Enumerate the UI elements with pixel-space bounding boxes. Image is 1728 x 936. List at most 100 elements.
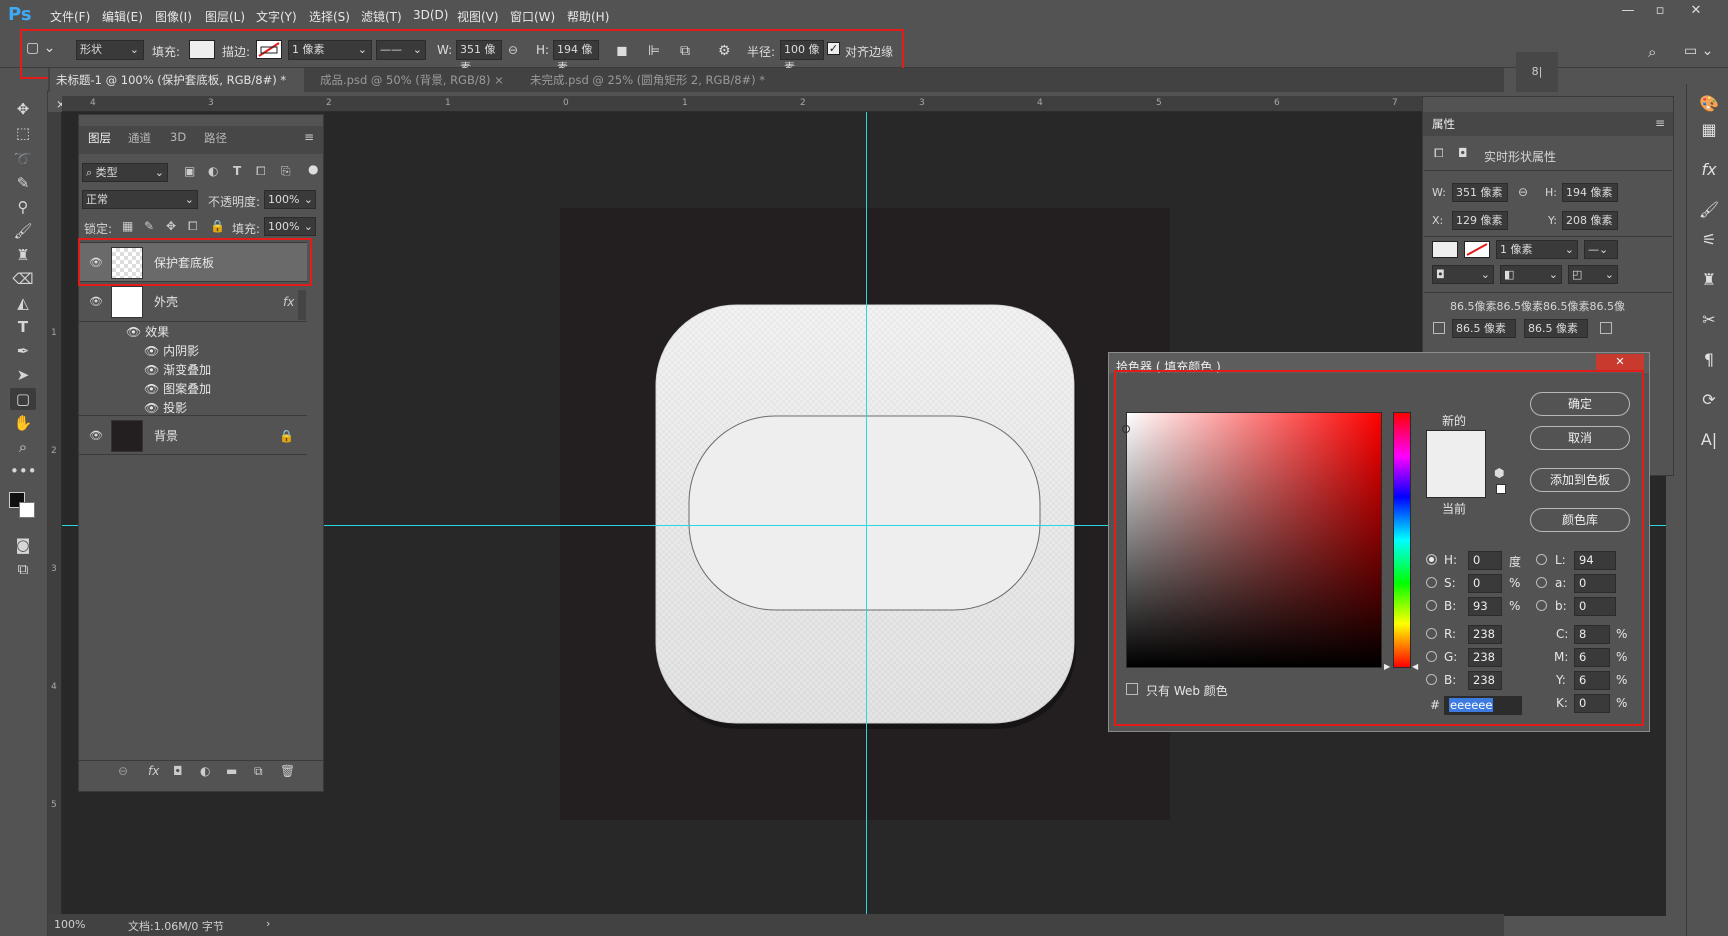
close-window-icon[interactable]: ✕ [1682, 2, 1710, 20]
a-field[interactable]: 0 [1574, 574, 1616, 593]
panel-menu-icon[interactable]: ≡ [304, 130, 314, 144]
cover-base-shape[interactable] [688, 415, 1041, 611]
layer-name[interactable]: 背景 [154, 416, 178, 456]
layer-name[interactable]: 外壳 [154, 282, 178, 322]
height-field[interactable]: 194 像素 [553, 40, 599, 74]
tab-unfinished[interactable]: 未完成.psd @ 25% (圆角矩形 2, RGB/8#) * × [524, 68, 782, 111]
color-field-cursor[interactable] [1122, 425, 1130, 433]
mini-panel[interactable]: 8| [1516, 52, 1558, 92]
prop-width-field[interactable]: 351 像素 [1452, 183, 1508, 202]
menu-file[interactable]: 文件(F) [50, 8, 90, 25]
visibility-eye-icon[interactable]: 👁 [144, 382, 163, 396]
swatches-grid-icon[interactable]: ▦ [1697, 120, 1721, 142]
menu-3d[interactable]: 3D(D) [413, 8, 448, 22]
more-tools-icon[interactable]: ••• [10, 460, 37, 482]
h-field[interactable]: 0 [1468, 551, 1502, 570]
lock-artboard-icon[interactable]: ⧠ [188, 219, 198, 234]
eyedropper-tool-icon[interactable]: ⚲ [10, 196, 36, 218]
corner-checkbox[interactable] [1600, 322, 1612, 334]
screen-mode-icon[interactable]: ⧉ [10, 558, 36, 580]
marquee-tool-icon[interactable]: ⬚ [10, 122, 36, 144]
move-tool-icon[interactable]: ✥ [10, 98, 36, 120]
visibility-eye-icon[interactable]: 👁 [89, 243, 103, 283]
menu-filter[interactable]: 滤镜(T) [361, 8, 402, 25]
radio-h[interactable] [1426, 554, 1437, 565]
radio-lab-b[interactable] [1536, 600, 1547, 611]
filter-pixel-icon[interactable]: ▣ [184, 164, 195, 178]
panel-menu-icon[interactable]: ≡ [1655, 116, 1665, 130]
prop-stroke-swatch[interactable] [1464, 241, 1490, 258]
menu-select[interactable]: 选择(S) [309, 8, 350, 25]
stamp-icon[interactable]: ♜ [1697, 270, 1721, 292]
rounded-rectangle-tool-icon[interactable]: ▢ [10, 388, 36, 410]
path-arrangement-icon[interactable]: ⧉ [680, 43, 690, 59]
new-layer-icon[interactable]: ⧉ [254, 764, 263, 779]
prop-fill-swatch[interactable] [1432, 241, 1458, 258]
rotate-icon[interactable]: ⟳ [1697, 390, 1721, 412]
r-field[interactable]: 238 [1468, 625, 1502, 644]
status-menu-arrow[interactable]: › [266, 917, 270, 930]
stroke-swatch[interactable] [256, 40, 282, 59]
menu-layer[interactable]: 图层(L) [205, 8, 245, 25]
menu-image[interactable]: 图像(I) [155, 8, 192, 25]
workspace-icon[interactable]: ▭ ⌄ [1684, 43, 1713, 59]
radio-s[interactable] [1426, 577, 1437, 588]
gradient-tool-icon[interactable]: ◭ [10, 292, 36, 314]
new-group-icon[interactable]: ▬ [226, 764, 237, 778]
gamut-cube-icon[interactable]: ⬢ [1494, 466, 1504, 480]
path-operations-icon[interactable]: ◼ [616, 43, 628, 59]
stroke-width-field[interactable]: 1 像素 ⌄ [288, 40, 372, 60]
width-field[interactable]: 351 像素 [456, 40, 502, 74]
fill-field[interactable]: 100% ⌄ [264, 217, 316, 236]
menu-type[interactable]: 文字(Y) [256, 8, 297, 25]
b-field[interactable]: 93 [1468, 597, 1502, 616]
adjustments-icon[interactable]: ⚟ [1697, 230, 1721, 252]
hex-field[interactable]: eeeeee [1444, 696, 1522, 715]
lab-b-field[interactable]: 0 [1574, 597, 1616, 616]
web-safe-swatch[interactable] [1496, 484, 1506, 494]
menu-view[interactable]: 视图(V) [457, 8, 499, 25]
radio-b[interactable] [1426, 600, 1437, 611]
effects-row[interactable]: 👁 效果 [126, 323, 169, 340]
tab-paths[interactable]: 路径 [204, 130, 227, 146]
blend-mode-select[interactable]: 正常 ⌄ [82, 190, 198, 209]
hand-tool-icon[interactable]: ✋ [10, 412, 36, 434]
radio-g[interactable] [1426, 651, 1437, 662]
layer-name[interactable]: 保护套底板 [154, 243, 214, 283]
tool-preset-picker[interactable]: ▢ ⌄ [26, 40, 58, 60]
menu-edit[interactable]: 编辑(E) [102, 8, 143, 25]
filter-shape-icon[interactable]: ⧠ [256, 164, 266, 179]
maximize-icon[interactable]: ▫ [1646, 2, 1674, 20]
tab-layers[interactable]: 图层 [88, 130, 111, 146]
prop-y-field[interactable]: 208 像素 [1562, 211, 1618, 230]
hue-slider-left-arrow[interactable]: ▶ [1384, 662, 1390, 671]
c-field[interactable]: 8 [1574, 625, 1610, 644]
ok-button[interactable]: 确定 [1530, 392, 1630, 416]
link-icon[interactable]: ⊖ [508, 43, 518, 57]
filter-adjustment-icon[interactable]: ◐ [208, 164, 218, 178]
prop-caps-select[interactable]: ◧ ⌄ [1500, 265, 1562, 284]
brush-tool-icon[interactable]: 🖌 [10, 220, 36, 242]
close-tab-icon[interactable]: × [494, 73, 504, 87]
opacity-field[interactable]: 100% ⌄ [264, 190, 316, 209]
minimize-icon[interactable]: — [1614, 2, 1642, 20]
visibility-eye-icon[interactable]: 👁 [144, 363, 163, 377]
prop-stroke-width[interactable]: 1 像素 ⌄ [1496, 240, 1578, 259]
effect-gradient-overlay[interactable]: 👁 渐变叠加 [144, 361, 211, 378]
filter-toggle-icon[interactable]: ● [308, 162, 318, 176]
layer-row-background[interactable]: 👁 背景 🔒 [79, 415, 307, 455]
zoom-tool-icon[interactable]: ⌕ [10, 436, 36, 458]
web-only-checkbox[interactable] [1126, 683, 1138, 695]
hue-slider-right-arrow[interactable]: ◀ [1412, 662, 1418, 671]
type-tool-icon[interactable]: T [10, 316, 36, 338]
visibility-eye-icon[interactable]: 👁 [89, 416, 103, 456]
effect-pattern-overlay[interactable]: 👁 图案叠加 [144, 380, 211, 397]
shape-mode-select[interactable]: 形状 ⌄ [76, 40, 144, 60]
tab-untitled[interactable]: 未标题-1 @ 100% (保护套底板, RGB/8#) * × [50, 68, 304, 111]
saturation-brightness-field[interactable] [1126, 412, 1382, 668]
pen-tool-icon[interactable]: ✒ [10, 340, 36, 362]
m-field[interactable]: 6 [1574, 648, 1610, 667]
brush-icon[interactable]: 🖌 [1697, 200, 1721, 222]
gear-icon[interactable]: ⚙ [718, 43, 731, 59]
adjustment-layer-icon[interactable]: ◐ [200, 764, 210, 778]
